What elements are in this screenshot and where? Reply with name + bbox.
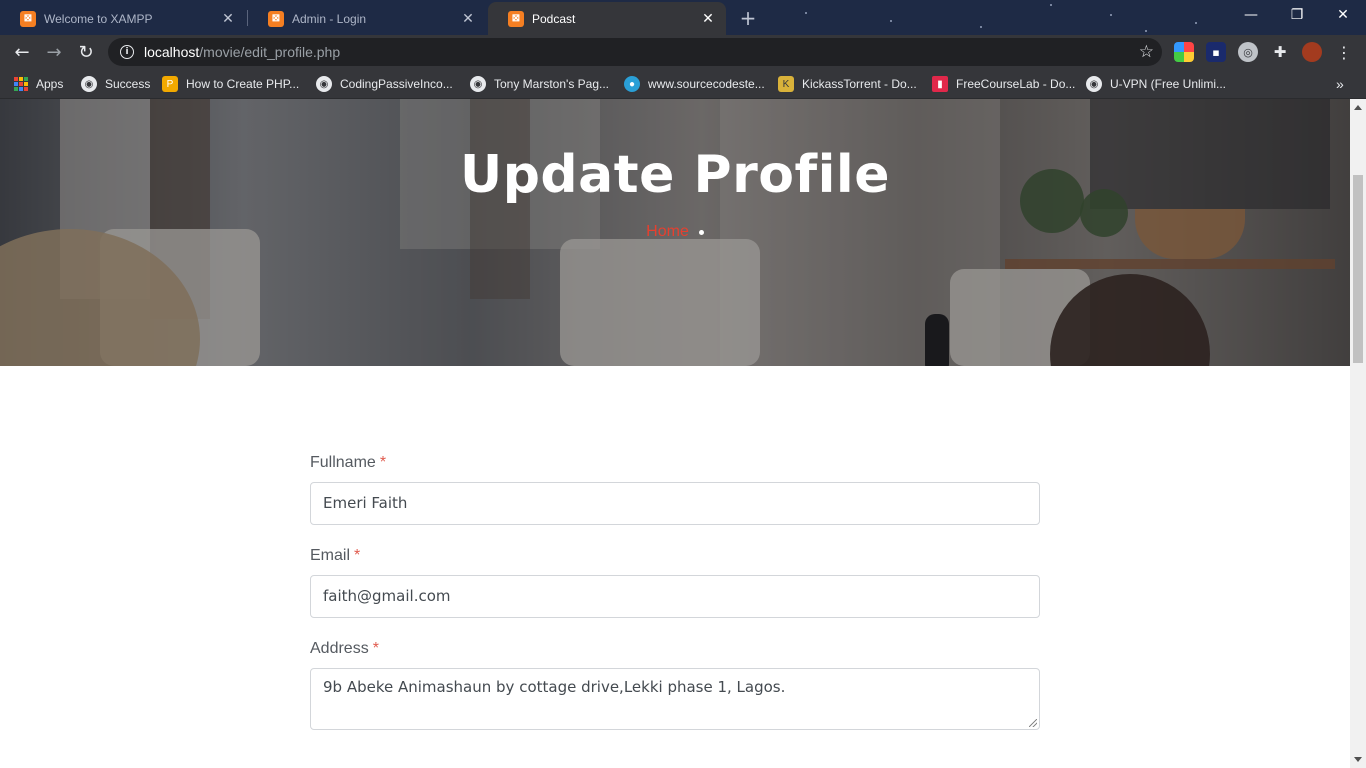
back-arrow-icon[interactable]: ← [9,39,35,65]
forward-arrow-icon[interactable]: → [41,39,67,65]
close-icon[interactable]: ✕ [460,10,476,27]
globe-icon: ◉ [470,76,486,92]
page-viewport: Update Profile Home Fullname * Emeri Fait… [0,99,1350,768]
puzzle-extensions-icon[interactable]: ✚ [1270,42,1290,62]
fullname-label: Fullname * [310,454,387,471]
bookmark-freecourselab[interactable]: ▮ FreeCourseLab - Do... [932,74,1075,94]
drupal-icon: ● [624,76,640,92]
close-icon[interactable]: ✕ [220,10,236,27]
extension-icon[interactable]: ▪ [1206,42,1226,62]
bookmark-kickasstorrent[interactable]: K KickassTorrent - Do... [778,74,917,94]
extension-compass-icon[interactable]: ◎ [1238,42,1258,62]
address-bar[interactable]: i localhost/movie/edit_profile.php ☆ [108,38,1162,66]
restore-icon[interactable]: ❐ [1274,0,1320,30]
scrollbar-thumb[interactable] [1353,175,1363,363]
xampp-icon: ⊠ [508,10,524,27]
required-asterisk: * [379,454,387,471]
more-bookmarks-chevron-icon[interactable]: » [1336,74,1344,94]
browser-tab-strip: ⊠ Welcome to XAMPP ✕ ⊠ Admin - Login ✕ ⊠… [0,0,1366,35]
globe-icon: ◉ [1086,76,1102,92]
address-label: Address * [310,640,379,657]
tab-podcast[interactable]: ⊠ Podcast ✕ [488,2,726,35]
kat-logo-icon: K [778,76,794,92]
bookmark-how-to-create-php[interactable]: P How to Create PHP... [162,74,299,94]
apps-grid-icon [14,77,28,91]
required-asterisk: * [372,640,379,657]
profile-avatar[interactable] [1302,42,1322,62]
bookmark-icon: ▮ [932,76,948,92]
close-icon[interactable]: ✕ [700,10,716,27]
tab-admin-login[interactable]: ⊠ Admin - Login ✕ [248,2,486,35]
address-textarea-wrapper: 9b Abeke Animashaun by cottage drive,Lek… [310,668,1040,730]
p-logo-icon: P [162,76,178,92]
update-profile-form: Fullname * Emeri Faith Email * faith@gmail… [310,454,1040,730]
browser-toolbar: ← → ↻ i localhost/movie/edit_profile.php… [0,35,1366,69]
bookmark-success[interactable]: ◉ Success [81,74,150,94]
required-asterisk: * [354,547,361,564]
bookmarks-bar: Apps ◉ Success P How to Create PHP... ◉ … [0,69,1366,99]
scroll-up-arrow-icon[interactable] [1354,105,1362,110]
scroll-down-arrow-icon[interactable] [1354,757,1362,762]
bookmark-codingpassiveincome[interactable]: ◉ CodingPassiveInco... [316,74,453,94]
reload-icon[interactable]: ↻ [73,39,99,65]
minimize-icon[interactable]: — [1228,0,1274,30]
bookmark-apps[interactable]: Apps [14,74,63,94]
breadcrumb-separator-dot [698,229,704,235]
url-text: localhost/movie/edit_profile.php [144,44,341,60]
bookmark-star-icon[interactable]: ☆ [1139,42,1154,62]
bookmark-sourcecodester[interactable]: ● www.sourcecodeste... [624,74,765,94]
color-picker-extension-icon[interactable] [1174,42,1194,62]
address-textarea[interactable]: 9b Abeke Animashaun by cottage drive,Lek… [310,668,1040,730]
new-tab-plus-icon[interactable]: + [736,6,760,30]
page-title: Update Profile [459,145,890,205]
globe-icon: ◉ [81,76,97,92]
info-icon[interactable]: i [120,45,134,59]
tab-welcome-xampp[interactable]: ⊠ Welcome to XAMPP ✕ [0,2,246,35]
breadcrumb: Home [0,223,1350,241]
breadcrumb-home-link[interactable]: Home [646,223,689,241]
bookmark-u-vpn[interactable]: ◉ U-VPN (Free Unlimi... [1086,74,1226,94]
xampp-icon: ⊠ [20,10,36,27]
close-window-icon[interactable]: ✕ [1320,0,1366,30]
bookmark-tony-marston[interactable]: ◉ Tony Marston's Pag... [470,74,609,94]
fullname-input[interactable]: Emeri Faith [310,482,1040,525]
globe-icon: ◉ [316,76,332,92]
resize-handle-icon[interactable] [1029,719,1037,727]
hero-banner: Update Profile Home [0,99,1350,366]
xampp-icon: ⊠ [268,10,284,27]
email-input[interactable]: faith@gmail.com [310,575,1040,618]
email-label: Email * [310,547,361,564]
kebab-menu-icon[interactable]: ⋮ [1334,42,1354,62]
page-scrollbar[interactable] [1350,99,1366,768]
